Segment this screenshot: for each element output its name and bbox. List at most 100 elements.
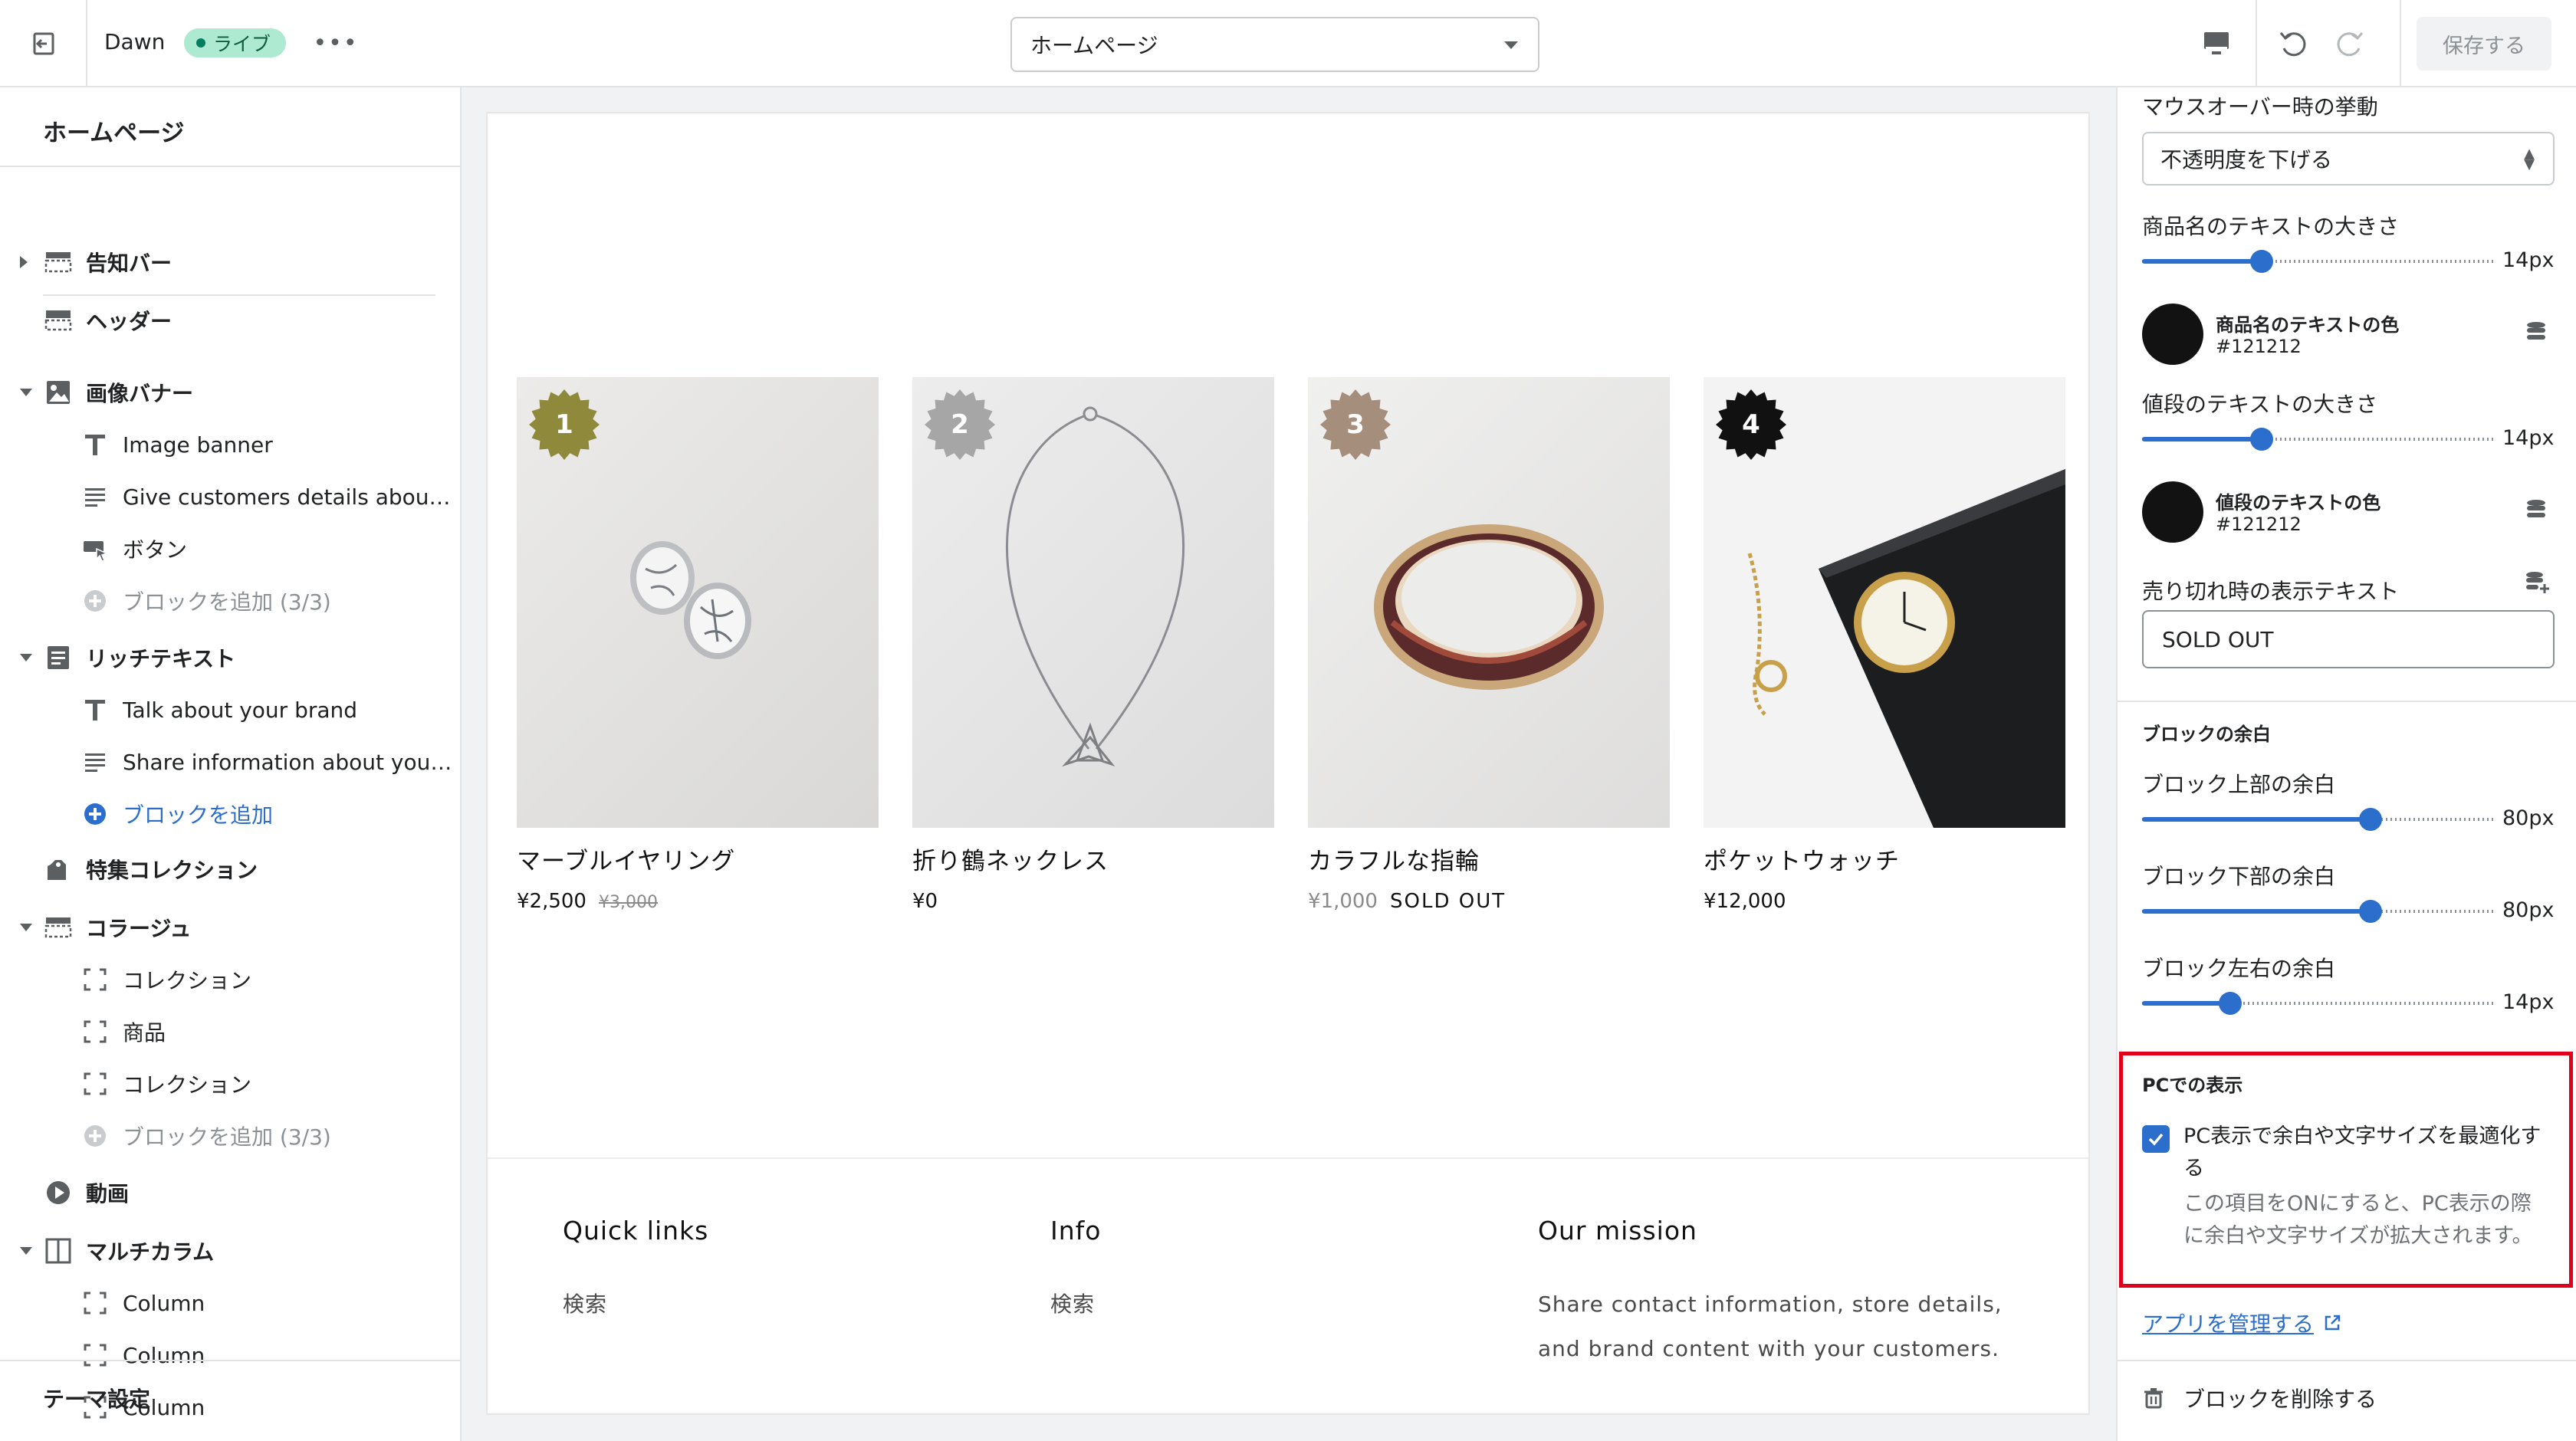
slider-thumb[interactable] <box>2249 428 2273 451</box>
margin-side-label: ブロック左右の余白 <box>2142 956 2336 981</box>
manage-app-label: アプリを管理する <box>2142 1311 2315 1337</box>
dynamic-source-icon[interactable] <box>2522 497 2550 524</box>
margin-bottom-value: 80px <box>2502 898 2555 922</box>
footer-heading: Quick links <box>563 1216 709 1246</box>
product-card[interactable]: 1 マーブルイヤリング ¥2,500 ¥3,000 <box>517 377 879 913</box>
undo-icon <box>2279 32 2306 57</box>
sidebar-item[interactable]: 告知バー <box>0 238 460 287</box>
sidebar-item[interactable]: ブロックを追加 (3/3) <box>0 1111 460 1160</box>
slider-thumb[interactable] <box>2249 250 2273 273</box>
delete-block-button[interactable]: ブロックを削除する <box>2142 1383 2377 1413</box>
product-image[interactable]: 2 <box>912 377 1274 828</box>
rank-badge: 3 <box>1319 388 1392 461</box>
sidebar-item-label: 商品 <box>123 1020 166 1045</box>
desktop-view-button[interactable] <box>2194 21 2239 66</box>
product-card[interactable]: 4 ポケットウォッチ ¥12,000 <box>1704 377 2065 913</box>
caret-down-icon[interactable] <box>20 1247 32 1255</box>
sidebar-item[interactable]: 特集コレクション <box>0 845 460 894</box>
sidebar-item[interactable]: コラージュ <box>0 903 460 952</box>
footer-link-search[interactable]: 検索 <box>563 1282 708 1327</box>
price-size-label: 値段のテキストの大きさ <box>2142 392 2378 417</box>
price-color-label: 値段のテキストの色 <box>2216 492 2381 514</box>
save-button[interactable]: 保存する <box>2417 17 2551 71</box>
rank-number: 4 <box>1742 409 1760 440</box>
product-image[interactable]: 3 <box>1308 377 1670 828</box>
sidebar-item[interactable]: マルチカラム <box>0 1226 460 1275</box>
slider-thumb[interactable] <box>2218 992 2242 1015</box>
header-icon <box>43 305 74 336</box>
sidebar-item[interactable]: Share information about your brand with … <box>0 737 460 786</box>
theme-settings-link[interactable]: テーマ設定 <box>43 1383 150 1413</box>
product-price: ¥1,000 SOLD OUT <box>1308 890 1670 913</box>
product-image[interactable]: 1 <box>517 377 879 828</box>
sidebar-item-label: リッチテキスト <box>86 646 236 671</box>
product-name-color-swatch[interactable] <box>2142 304 2203 365</box>
product-name[interactable]: マーブルイヤリング <box>517 842 879 876</box>
margin-top-slider[interactable] <box>2142 808 2493 831</box>
price-value: ¥12,000 <box>1704 890 1786 913</box>
redo-icon <box>2337 32 2364 57</box>
sidebar-item[interactable]: Column <box>0 1279 460 1328</box>
sold-out-text-label: 売り切れ時の表示テキスト <box>2142 579 2400 604</box>
footer-link-search[interactable]: 検索 <box>1050 1282 1101 1327</box>
dynamic-source-icon[interactable] <box>2522 319 2550 346</box>
product-name[interactable]: 折り鶴ネックレス <box>912 842 1274 876</box>
add-circle-icon <box>80 1121 110 1151</box>
product-name[interactable]: カラフルな指輪 <box>1308 842 1670 876</box>
slider-thumb[interactable] <box>2358 808 2382 831</box>
margin-bottom-slider[interactable] <box>2142 900 2493 923</box>
price-size-slider[interactable] <box>2142 428 2493 451</box>
theme-name: Dawn <box>104 29 166 54</box>
margin-side-slider[interactable] <box>2142 992 2493 1015</box>
rank-number: 1 <box>555 409 573 440</box>
sidebar-item[interactable]: 商品 <box>0 1007 460 1056</box>
sidebar-item[interactable]: コレクション <box>0 1059 460 1108</box>
rank-badge: 2 <box>923 388 997 461</box>
mission-line: Share contact information, store details… <box>1538 1292 2003 1317</box>
add-circle-icon <box>80 799 110 829</box>
undo-button[interactable] <box>2271 21 2315 66</box>
insert-dynamic-source-icon[interactable] <box>2522 569 2550 596</box>
trash-icon <box>2144 1388 2163 1409</box>
footer-info: Info 検索 <box>1050 1216 1101 1327</box>
caret-down-icon[interactable] <box>20 389 32 396</box>
manage-app-link[interactable]: アプリを管理する <box>2142 1308 2341 1338</box>
sidebar-item[interactable]: リッチテキスト <box>0 633 460 682</box>
external-link-icon <box>2325 1315 2341 1331</box>
product-card[interactable]: 3 カラフルな指輪 ¥1,000 SOLD OUT <box>1308 377 1670 913</box>
sidebar-item[interactable]: ボタン <box>0 524 460 573</box>
sidebar-item[interactable]: Image banner <box>0 420 460 469</box>
redo-button[interactable] <box>2328 21 2372 66</box>
sold-out-text-input[interactable]: SOLD OUT <box>2142 610 2555 668</box>
caret-down-icon[interactable] <box>20 924 32 931</box>
product-name[interactable]: ポケットウォッチ <box>1704 842 2065 876</box>
sidebar-item[interactable]: 画像バナー <box>0 368 460 417</box>
sidebar-item[interactable]: Column <box>0 1331 460 1380</box>
caret-down-icon[interactable] <box>20 654 32 661</box>
sidebar-item[interactable]: ヘッダー <box>0 296 460 345</box>
desktop-icon <box>2204 32 2229 54</box>
select-arrows-icon: ▲ ▼ <box>2524 146 2535 172</box>
frame-icon <box>80 1068 110 1099</box>
sidebar-item-label: コラージュ <box>86 916 192 941</box>
sidebar-item[interactable]: Give customers details about the banner … <box>0 472 460 521</box>
caret-right-icon[interactable] <box>20 256 28 268</box>
slider-thumb[interactable] <box>2358 900 2382 923</box>
sidebar-item[interactable]: 動画 <box>0 1168 460 1217</box>
text-icon <box>80 694 110 725</box>
product-image[interactable]: 4 <box>1704 377 2065 828</box>
exit-button[interactable] <box>0 0 87 87</box>
sidebar-item[interactable]: Talk about your brand <box>0 685 460 734</box>
sidebar-item[interactable]: ブロックを追加 (3/3) <box>0 576 460 625</box>
price-color-swatch[interactable] <box>2142 481 2203 543</box>
sidebar-item[interactable]: ブロックを追加 <box>0 789 460 839</box>
hover-behavior-select[interactable]: 不透明度を下げる ▲ ▼ <box>2142 132 2555 185</box>
more-actions-button[interactable]: ••• <box>313 28 357 58</box>
product-card[interactable]: 2 折り鶴ネックレス ¥0 <box>912 377 1274 913</box>
image-icon <box>43 377 74 408</box>
hover-behavior-label: マウスオーバー時の挙動 <box>2142 94 2378 120</box>
page-selector[interactable]: ホームページ <box>1010 17 1539 72</box>
product-name-size-slider[interactable] <box>2142 250 2493 273</box>
live-dot-icon <box>196 38 205 48</box>
sidebar-item[interactable]: コレクション <box>0 955 460 1004</box>
